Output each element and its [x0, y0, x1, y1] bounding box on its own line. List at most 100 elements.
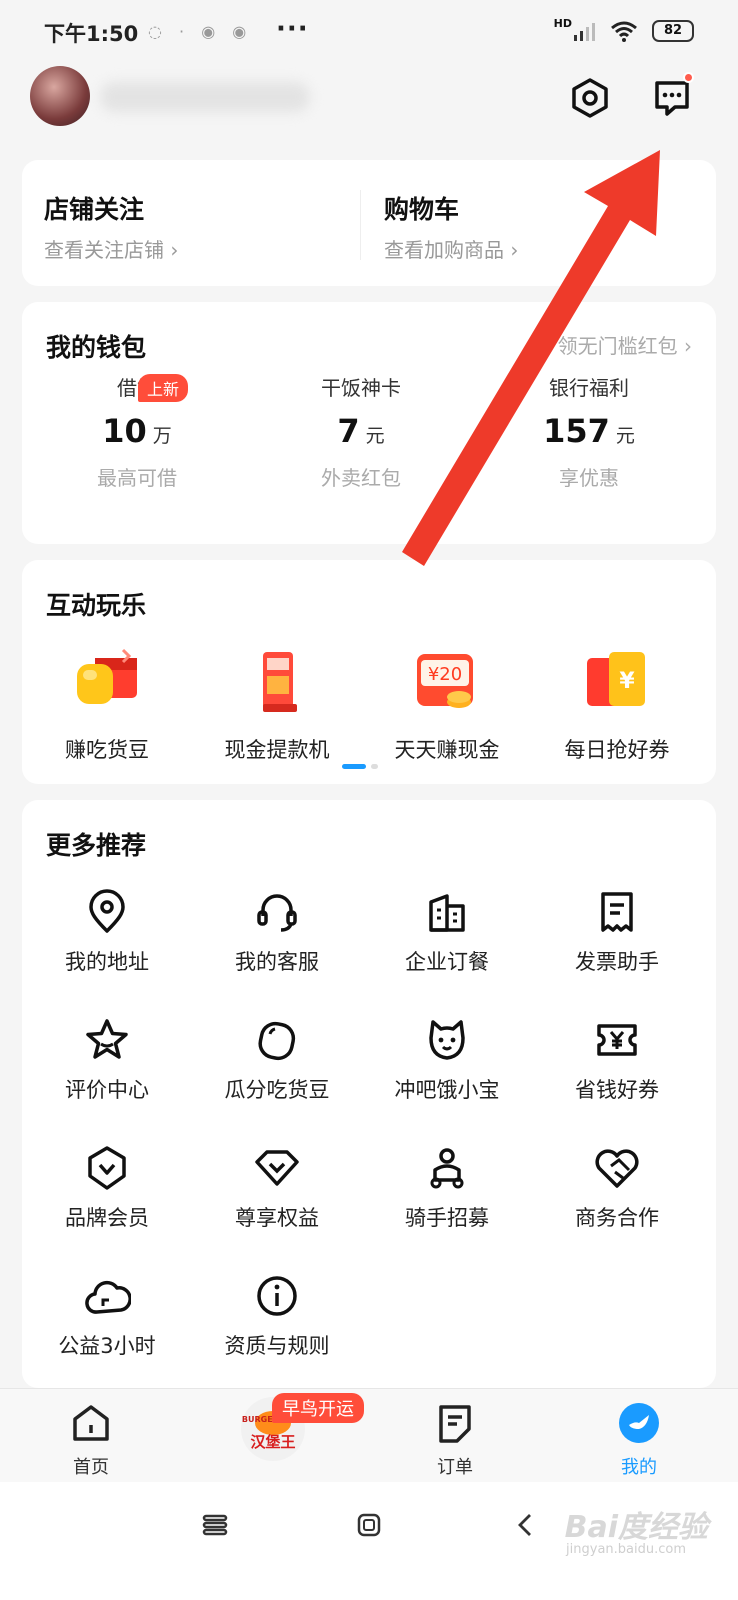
chat-bubble-icon	[655, 81, 689, 116]
more-item-label: 企业订餐	[405, 950, 489, 974]
avatar[interactable]	[30, 66, 90, 126]
divider	[360, 190, 361, 260]
wallet-item-loan[interactable]: 借钱 10 万 最高可借	[22, 372, 252, 491]
tab-label: 汉堡王	[250, 1433, 295, 1451]
heart-badge-icon	[255, 1150, 299, 1186]
back-button-icon[interactable]	[512, 1512, 538, 1538]
more-item-brand-member[interactable]: 品牌会员	[22, 1144, 192, 1232]
more-item-address[interactable]: 我的地址	[22, 888, 192, 976]
cat-face-icon	[429, 1020, 465, 1060]
building-icon	[429, 894, 465, 932]
early-bird-badge: 早鸟开运	[272, 1393, 364, 1423]
tab-profile[interactable]: 我的	[584, 1401, 694, 1479]
vip-shield-icon	[88, 1146, 126, 1190]
coupon-20-icon: ¥20	[409, 644, 485, 720]
more-item-rider[interactable]: 骑手招募	[362, 1144, 532, 1232]
wallet-item-sub: 享优惠	[559, 466, 619, 490]
tab-label: 订单	[437, 1457, 473, 1478]
cart-subtitle: 查看加购商品 ›	[384, 238, 519, 262]
receipt-icon	[601, 892, 633, 932]
home-button-icon[interactable]	[356, 1512, 382, 1538]
wallet-item-bank[interactable]: 银行福利 157 元 享优惠	[474, 372, 704, 491]
fun-item-coupons[interactable]: ¥ 每日抢好券	[532, 644, 702, 764]
settings-hexagon-icon	[572, 78, 608, 118]
fun-item-label: 赚吃货豆	[65, 738, 149, 762]
wallet-item-value: 10	[102, 412, 147, 450]
more-item-label: 资质与规则	[224, 1334, 330, 1358]
signal-bars-icon	[574, 23, 595, 41]
more-item-service[interactable]: 我的客服	[192, 888, 362, 976]
wallet-item-label: 借钱	[117, 376, 157, 400]
star-icon	[86, 1019, 128, 1059]
more-item-bean-share[interactable]: 瓜分吃货豆	[192, 1016, 362, 1104]
baidu-watermark: Bai度经验	[564, 1510, 708, 1545]
wallet-item-unit: 元	[365, 425, 385, 447]
more-item-label: 商务合作	[575, 1206, 659, 1230]
fun-item-daily-cash[interactable]: ¥20 天天赚现金	[362, 644, 532, 764]
fun-item-label: 每日抢好券	[564, 738, 670, 762]
wallet-item-value: 157	[543, 412, 610, 450]
cart-entry[interactable]: 购物车 查看加购商品 ›	[362, 160, 682, 286]
menu-button-icon[interactable]	[202, 1512, 228, 1538]
wallet-redpacket-link[interactable]: 领无门槛红包 ›	[558, 330, 692, 359]
info-icon	[257, 1276, 297, 1316]
more-notifications-icon: ···	[276, 14, 309, 44]
headset-icon	[257, 894, 297, 932]
new-badge: 上新	[138, 374, 189, 402]
wallet-card: 我的钱包 领无门槛红包 › 借钱 10 万 最高可借 上新 干饭神卡 7元 外卖红…	[22, 302, 716, 544]
wallet-item-meal-card[interactable]: 干饭神卡 7元 外卖红包	[246, 372, 476, 491]
status-bar: 下午1:50 ◌ · ◉ ◉ ··· HD 82	[0, 0, 738, 62]
fun-item-label: 现金提款机	[224, 738, 330, 762]
fun-item-cash-machine[interactable]: 现金提款机	[192, 644, 362, 764]
notification-dot	[683, 72, 694, 83]
status-time: 下午1:50	[44, 22, 139, 46]
baidu-watermark-url: jingyan.baidu.com	[566, 1542, 686, 1557]
yen-coupon-icon	[597, 1024, 637, 1056]
fun-card: 互动玩乐 赚吃货豆 现金提款机 ¥20 天天赚现金 ¥ 每日抢好券	[22, 560, 716, 784]
more-item-label: 我的客服	[235, 950, 319, 974]
rider-icon	[430, 1148, 464, 1189]
location-pin-icon	[89, 889, 125, 933]
more-item-invoice[interactable]: 发票助手	[532, 888, 702, 976]
cash-machine-icon	[239, 644, 315, 720]
more-item-label: 骑手招募	[405, 1206, 489, 1230]
messages-button[interactable]	[648, 72, 696, 122]
username-blurred[interactable]	[100, 82, 310, 112]
more-item-label: 瓜分吃货豆	[224, 1078, 330, 1102]
tab-label: 我的	[621, 1457, 657, 1478]
more-item-privileges[interactable]: 尊享权益	[192, 1144, 362, 1232]
shop-follow-entry[interactable]: 店铺关注 查看关注店铺 ›	[22, 160, 342, 286]
shop-follow-title: 店铺关注	[44, 195, 145, 224]
coupon-value-text: ¥20	[428, 664, 462, 685]
wallet-item-sub: 最高可借	[97, 466, 177, 490]
wallet-item-unit: 万	[152, 425, 172, 447]
more-card: 更多推荐 我的地址 我的客服 企业订餐 发票助手 评价中心 瓜分吃货豆 冲吧饿小…	[22, 800, 716, 1388]
fun-item-beans[interactable]: 赚吃货豆	[22, 644, 192, 764]
more-item-label: 品牌会员	[65, 1206, 149, 1230]
tab-orders[interactable]: 订单	[400, 1401, 510, 1479]
handshake-icon	[595, 1149, 639, 1188]
shop-follow-subtitle: 查看关注店铺 ›	[44, 238, 179, 262]
bottom-tab-bar: 首页 BURGER KING汉堡王 早鸟开运 订单 我的	[0, 1388, 738, 1482]
fun-item-label: 天天赚现金	[394, 738, 500, 762]
more-title: 更多推荐	[46, 831, 147, 860]
more-item-business[interactable]: 商务合作	[532, 1144, 702, 1232]
more-item-rules[interactable]: 资质与规则	[192, 1272, 362, 1360]
profile-icon	[619, 1403, 659, 1443]
home-icon	[73, 1405, 109, 1441]
wallet-item-unit: 元	[615, 425, 635, 447]
more-item-label: 评价中心	[65, 1078, 149, 1102]
tab-home[interactable]: 首页	[36, 1401, 146, 1479]
wallet-item-label: 干饭神卡	[321, 376, 401, 400]
more-item-reviews[interactable]: 评价中心	[22, 1016, 192, 1104]
more-item-mascot[interactable]: 冲吧饿小宝	[362, 1016, 532, 1104]
more-item-charity[interactable]: 公益3小时	[22, 1272, 192, 1360]
more-item-label: 公益3小时	[58, 1334, 156, 1358]
wifi-icon	[611, 21, 637, 42]
bean-redpacket-icon	[69, 644, 145, 720]
more-item-enterprise[interactable]: 企业订餐	[362, 888, 532, 976]
more-item-coupons[interactable]: 省钱好券	[532, 1016, 702, 1104]
settings-button[interactable]	[566, 74, 614, 122]
fun-title: 互动玩乐	[46, 591, 147, 620]
more-item-label: 发票助手	[575, 950, 659, 974]
